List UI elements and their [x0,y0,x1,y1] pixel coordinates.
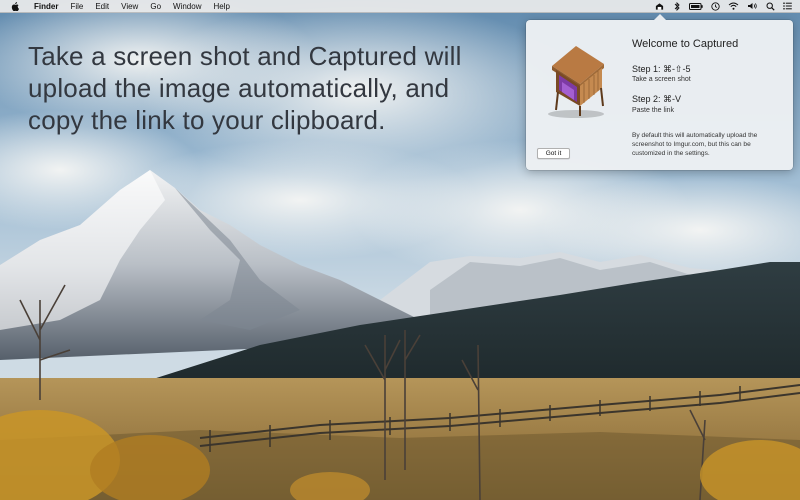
spotlight-search-icon[interactable] [766,2,775,11]
step1-title: Step 1: ⌘-⇧-5 [632,64,691,74]
popover-arrow [654,14,666,20]
menu-help[interactable]: Help [207,0,235,13]
promo-headline: Take a screen shot and Captured will upl… [28,41,462,135]
bluetooth-icon[interactable] [672,1,681,11]
battery-icon[interactable] [689,2,703,11]
menu-go[interactable]: Go [144,0,167,13]
step2-description: Paste the link [632,107,675,114]
welcome-popover: Welcome to Captured Step 1: ⌘-⇧-5 Take a… [526,14,793,170]
menu-view[interactable]: View [115,0,144,13]
captured-shed-icon [540,40,612,120]
apple-logo-icon[interactable] [9,1,21,11]
time-machine-icon[interactable] [711,1,720,11]
captured-app-icon[interactable] [655,2,664,11]
menu-finder[interactable]: Finder [28,0,64,13]
step1-description: Take a screen shot [632,76,691,83]
menu-bar: Finder File Edit View Go Window Help [0,0,800,13]
popover-title: Welcome to Captured [632,38,739,50]
menu-file[interactable]: File [64,0,89,13]
notification-center-icon[interactable] [783,2,792,11]
menu-edit[interactable]: Edit [89,0,115,13]
got-it-button[interactable]: Got it [537,148,570,159]
settings-note: By default this will automatically uploa… [632,132,758,157]
wifi-icon[interactable] [728,2,739,11]
volume-icon[interactable] [747,2,758,11]
step2-title: Step 2: ⌘-V [632,94,682,104]
menu-window[interactable]: Window [167,0,207,13]
